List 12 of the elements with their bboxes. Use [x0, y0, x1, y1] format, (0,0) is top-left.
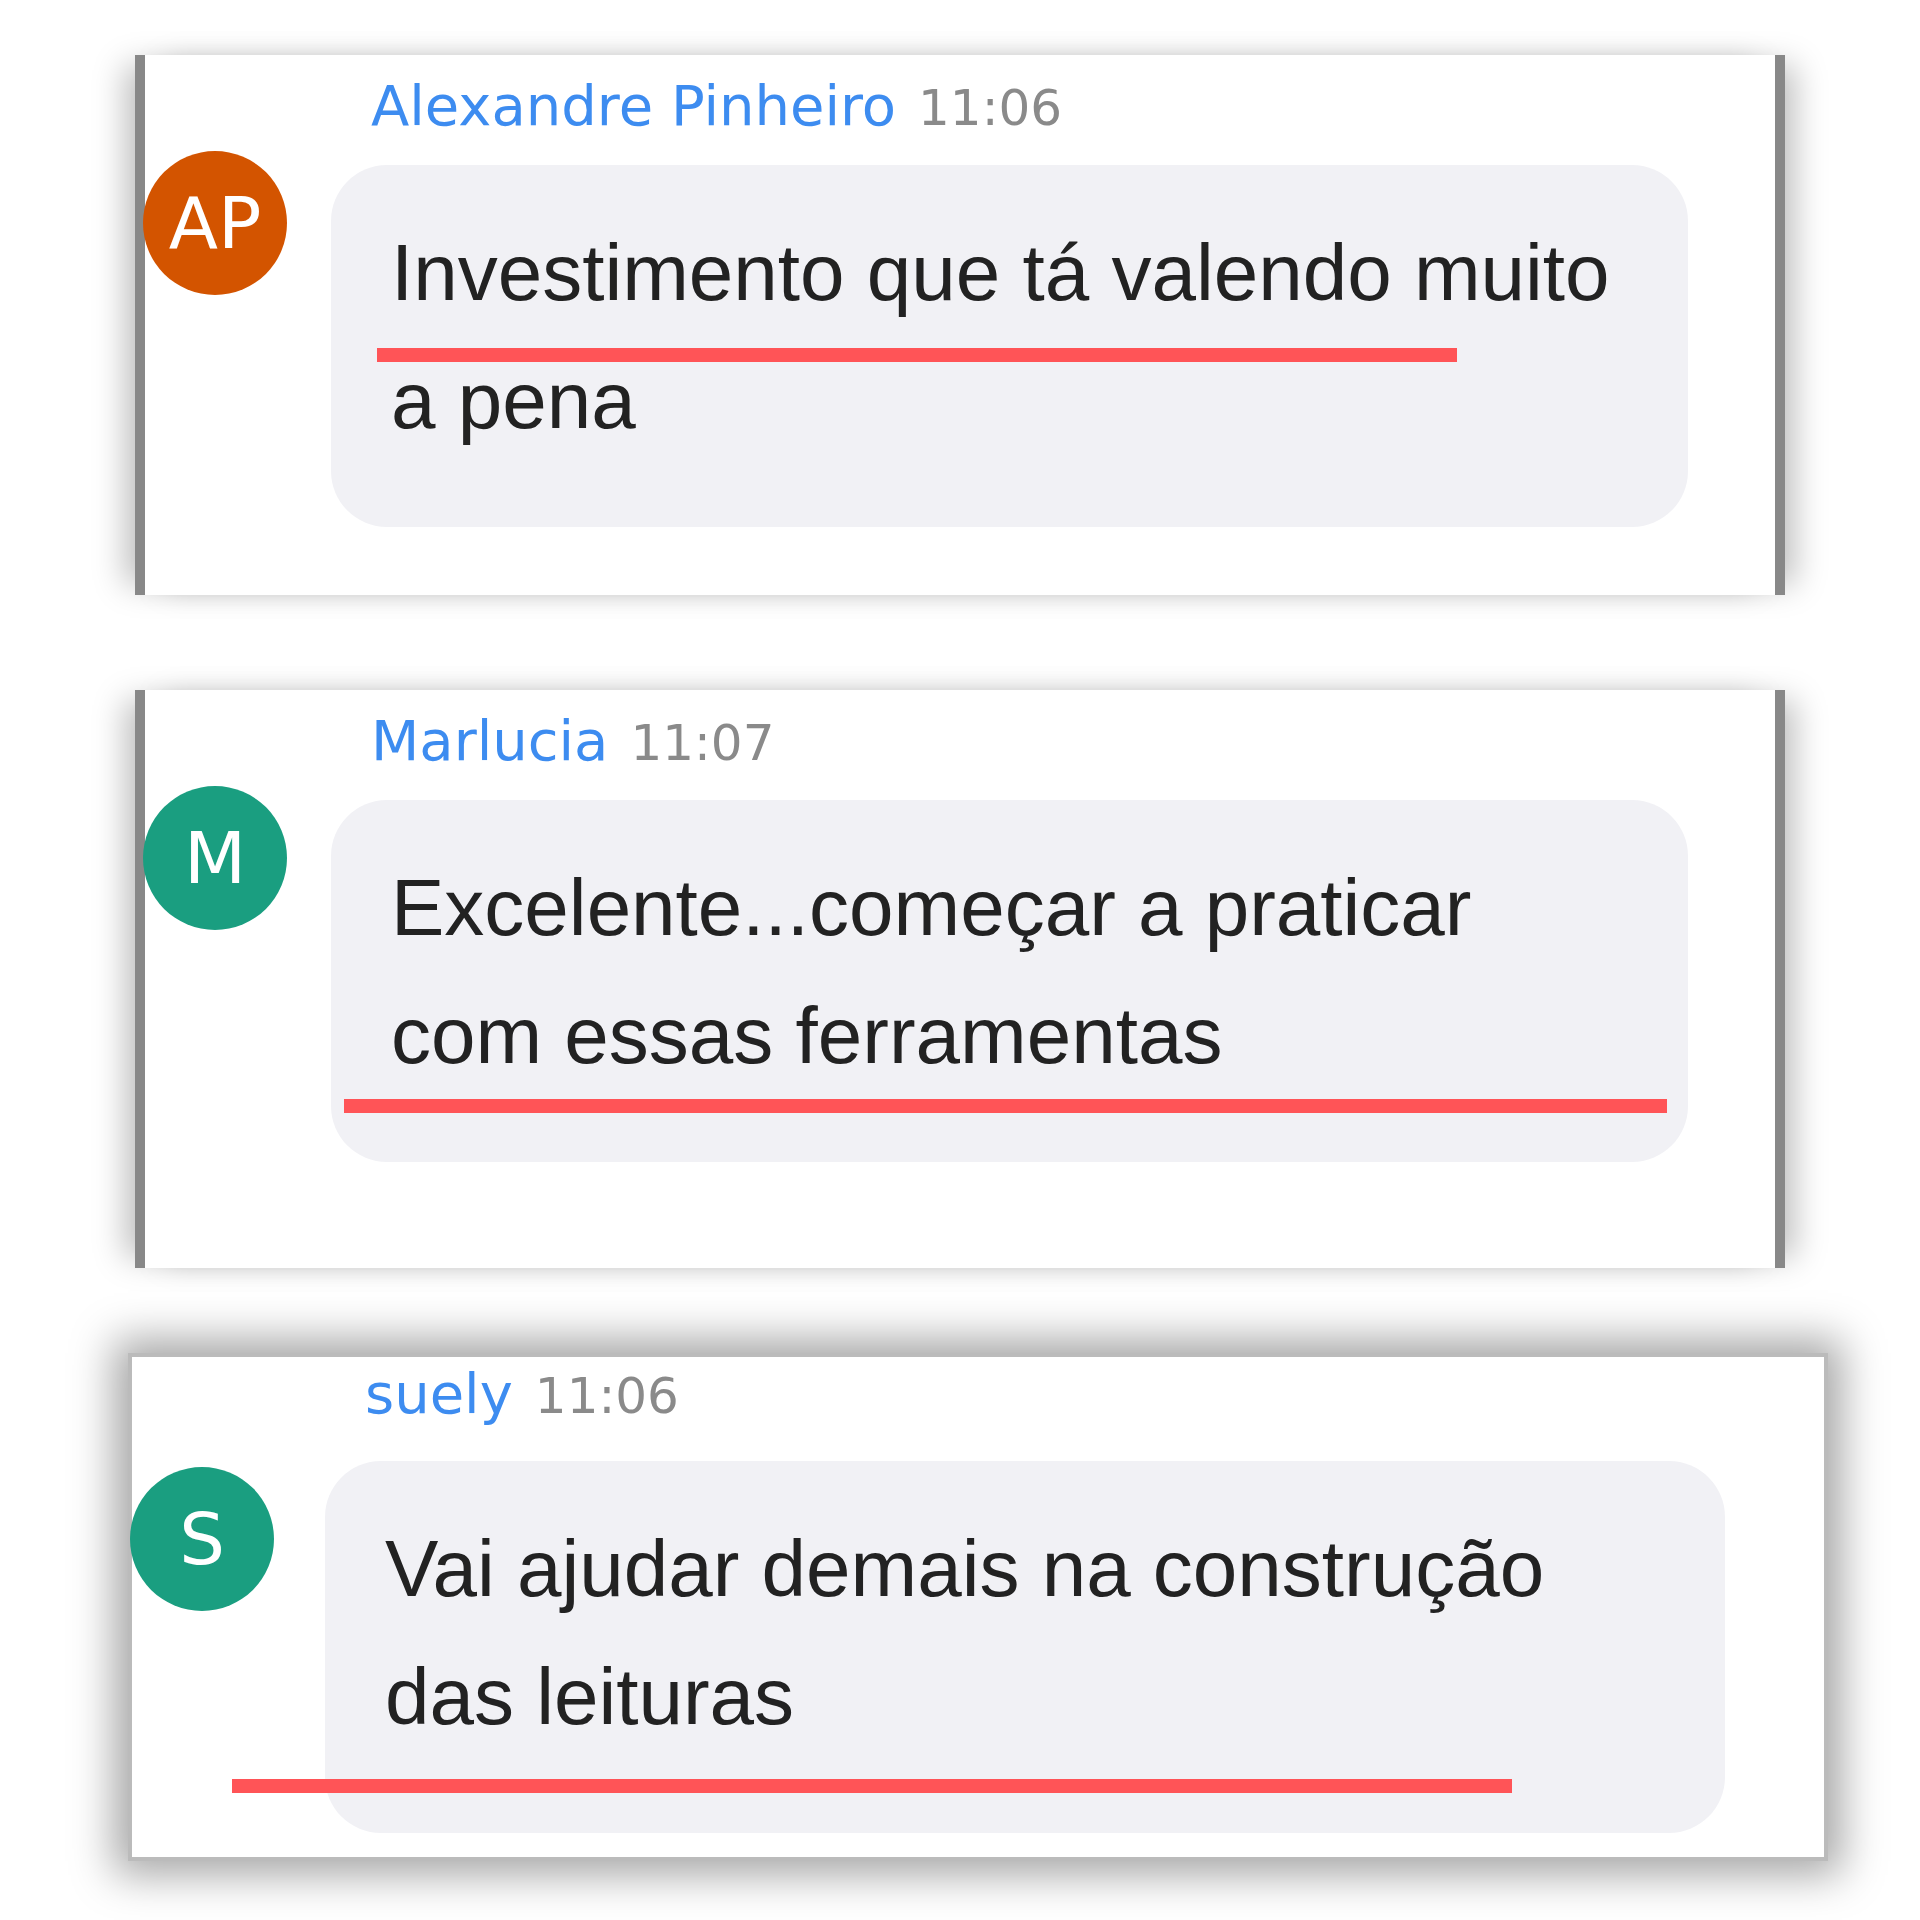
message-text: Vai ajudar demais na construção das leituras [385, 1523, 1546, 1743]
avatar: AP [143, 151, 287, 295]
message-time: 11:07 [630, 714, 775, 772]
avatar: M [143, 786, 287, 930]
sender-name: suely [365, 1361, 513, 1426]
message-text: Excelente...começar a praticar com essas ferramentas [391, 862, 1473, 1082]
message-time: 11:06 [918, 79, 1063, 137]
message-time: 11:06 [534, 1367, 679, 1425]
sender-name: Alexandre Pinheiro [371, 73, 897, 138]
avatar: S [130, 1467, 274, 1611]
message-text: Investimento que tá valendo muito a pena [391, 227, 1611, 447]
sender-name: Marlucia [371, 708, 609, 773]
